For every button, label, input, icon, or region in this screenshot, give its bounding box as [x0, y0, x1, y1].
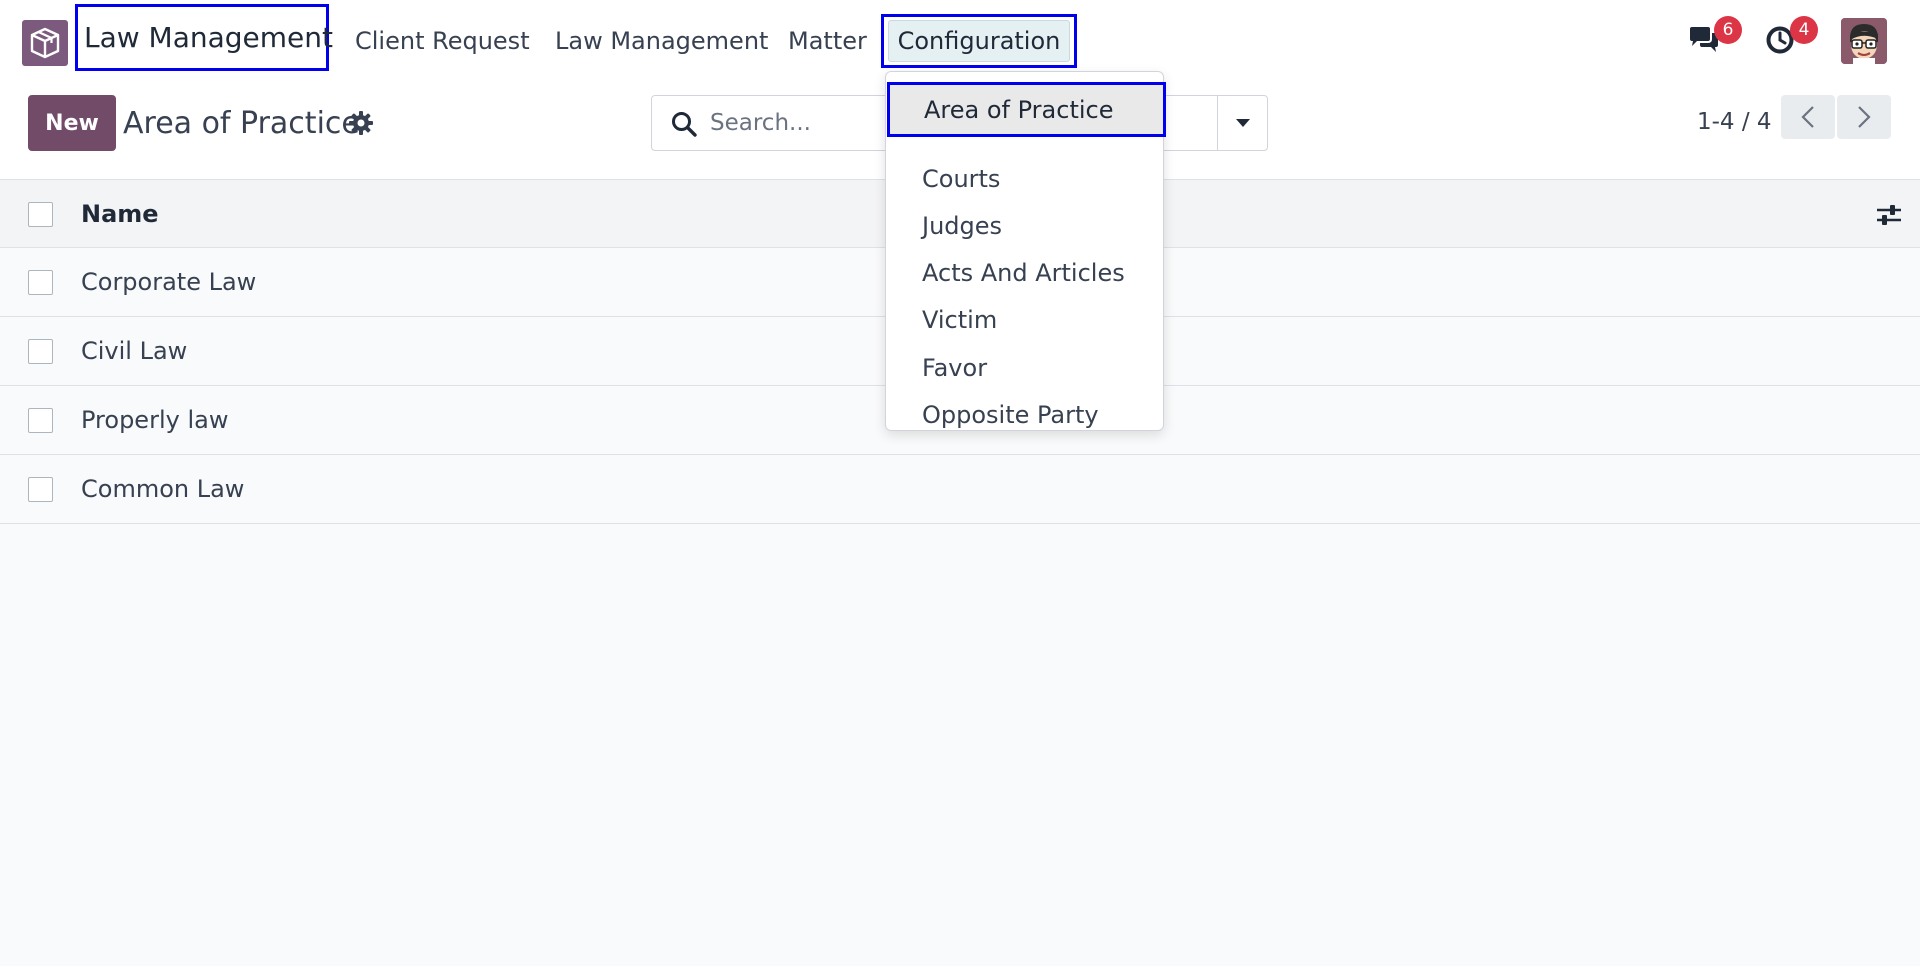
row-checkbox[interactable]: [28, 408, 53, 433]
row-name[interactable]: Properly law: [81, 386, 228, 454]
row-name[interactable]: Civil Law: [81, 317, 187, 385]
menu-law-management[interactable]: Law Management: [555, 24, 768, 58]
page-title: Area of Practice: [123, 105, 360, 141]
chevron-left-icon: [1801, 106, 1814, 128]
top-navbar: Law Management Client Request Law Manage…: [0, 0, 1920, 80]
menu-configuration-label: Configuration: [888, 20, 1070, 62]
row-checkbox[interactable]: [28, 270, 53, 295]
column-header-name[interactable]: Name: [81, 180, 159, 247]
app-brand[interactable]: Law Management: [75, 4, 333, 71]
pager-value[interactable]: 1-4 / 4: [1697, 104, 1772, 140]
menu-configuration[interactable]: Configuration: [881, 14, 1077, 68]
pager-next-button[interactable]: [1837, 95, 1891, 139]
row-name[interactable]: Common Law: [81, 455, 244, 523]
messages-button[interactable]: 6: [1684, 16, 1742, 58]
table-row[interactable]: Common Law: [0, 455, 1920, 524]
dropdown-item-favor[interactable]: Favor: [886, 345, 1163, 391]
dropdown-item-opposite-party[interactable]: Opposite Party: [886, 392, 1163, 438]
search-icon: [672, 112, 697, 137]
row-name[interactable]: Corporate Law: [81, 248, 256, 316]
pager-previous-button[interactable]: [1781, 95, 1835, 139]
menu-client-request[interactable]: Client Request: [355, 24, 530, 58]
app-logo[interactable]: [22, 20, 68, 66]
select-all-checkbox[interactable]: [28, 202, 53, 227]
dropdown-item-judges[interactable]: Judges: [886, 203, 1163, 249]
dropdown-item-courts[interactable]: Courts: [886, 156, 1163, 202]
avatar-face-icon: [1841, 18, 1887, 64]
new-button[interactable]: New: [28, 95, 116, 151]
dropdown-item-victim[interactable]: Victim: [886, 297, 1163, 343]
box-logo-icon: [30, 27, 60, 59]
messages-badge: 6: [1714, 16, 1742, 44]
dropdown-item-area-of-practice[interactable]: Area of Practice: [887, 82, 1166, 137]
chevron-right-icon: [1858, 106, 1871, 128]
sliders-icon[interactable]: [1876, 202, 1902, 228]
dropdown-item-acts-and-articles[interactable]: Acts And Articles: [886, 250, 1163, 296]
row-checkbox[interactable]: [28, 339, 53, 364]
configuration-dropdown: Area of Practice Courts Judges Acts And …: [885, 71, 1166, 431]
activities-badge: 4: [1790, 16, 1818, 44]
search-options-toggle[interactable]: [1217, 96, 1267, 150]
caret-down-icon: [1235, 119, 1250, 127]
activities-button[interactable]: 4: [1760, 16, 1818, 58]
user-avatar[interactable]: [1841, 18, 1887, 64]
row-checkbox[interactable]: [28, 477, 53, 502]
gear-icon[interactable]: [348, 110, 374, 136]
menu-matter[interactable]: Matter: [788, 24, 867, 58]
